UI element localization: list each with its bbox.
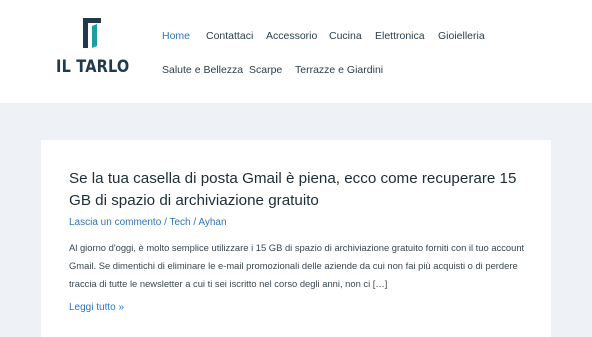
nav-item-scarpe[interactable]: Scarpe: [249, 63, 282, 77]
post-excerpt: Al giorno d'oggi, è molto semplice utili…: [69, 242, 525, 289]
nav-item-accessorio[interactable]: Accessorio: [266, 29, 317, 43]
nav-item-gioielleria[interactable]: Gioielleria: [438, 29, 485, 43]
nav-item-terrazze-e-giardini[interactable]: Terrazze e Giardini: [295, 63, 383, 77]
post-title[interactable]: Se la tua casella di posta Gmail è piena…: [69, 168, 529, 212]
logo-text: IL TARLO: [56, 57, 130, 76]
nav-item-home[interactable]: Home: [162, 29, 190, 43]
site-header: IL TARLO Home Contattaci Accessorio Cuci…: [0, 0, 592, 103]
category-link[interactable]: Tech: [169, 217, 190, 228]
author-link[interactable]: Ayhan: [198, 217, 226, 228]
meta-separator: /: [193, 217, 197, 228]
nav-item-cucina[interactable]: Cucina: [329, 29, 362, 43]
nav-item-elettronica[interactable]: Elettronica: [375, 29, 425, 43]
nav-item-salute-e-bellezza[interactable]: Salute e Bellezza: [162, 63, 243, 77]
comments-link[interactable]: Lascia un commento: [69, 217, 161, 228]
logo-mark-icon: [83, 18, 101, 48]
meta-separator: /: [164, 217, 167, 228]
post-card: Se la tua casella di posta Gmail è piena…: [41, 140, 551, 337]
post-meta: Lascia un commento / Tech / Ayhan: [69, 216, 227, 230]
read-more-link[interactable]: Leggi tutto »: [69, 301, 124, 315]
site-logo[interactable]: IL TARLO: [56, 18, 129, 80]
nav-item-contattaci[interactable]: Contattaci: [206, 29, 253, 43]
